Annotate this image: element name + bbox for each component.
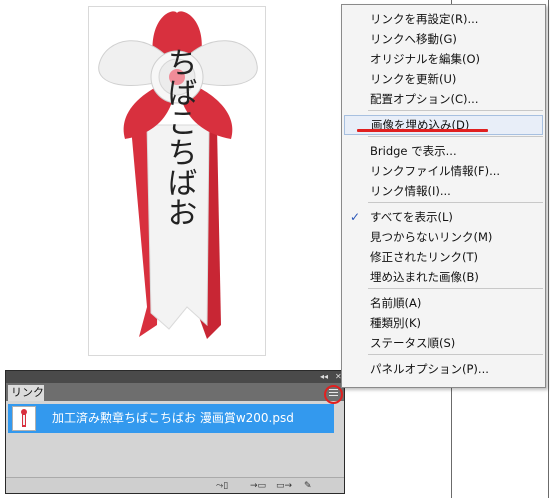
annotation-underline — [357, 129, 488, 132]
menu-item[interactable]: リンクを再設定(R)... — [342, 9, 545, 29]
goto-link-icon[interactable]: →▭ — [250, 480, 266, 492]
menu-item[interactable]: リンクファイル情報(F)... — [342, 161, 545, 181]
page-guide-line — [548, 0, 549, 498]
menu-item[interactable]: ステータス順(S) — [342, 333, 545, 353]
menu-item[interactable]: ✓ すべてを表示(L) — [342, 207, 545, 227]
menu-item[interactable]: 見つからないリンク(M) — [342, 227, 545, 247]
menu-item-label: すべてを表示(L) — [370, 210, 453, 224]
relink-icon[interactable]: ⤳▯ — [216, 480, 228, 492]
panel-title-bar[interactable]: ◂◂ ✕ — [6, 371, 344, 383]
update-link-icon[interactable]: ▭→ — [276, 480, 292, 492]
menu-item[interactable]: 修正されたリンク(T) — [342, 247, 545, 267]
checkmark-icon: ✓ — [350, 210, 361, 224]
link-row[interactable]: 加工済み勲章ちばこちばお 漫画賞w200.psd — [8, 404, 334, 433]
ribbon-thumbnail-icon — [21, 409, 27, 427]
ribbon-text: ちばこちばお — [162, 47, 197, 227]
links-list: 加工済み勲章ちばこちばお 漫画賞w200.psd — [6, 401, 344, 477]
menu-item[interactable]: リンクへ移動(G) — [342, 29, 545, 49]
menu-item-embed-image[interactable]: 画像を埋め込み(D) — [344, 115, 543, 135]
panel-tab-row: リンク — [6, 383, 344, 401]
link-file-name: 加工済み勲章ちばこちばお 漫画賞w200.psd — [52, 411, 294, 425]
menu-item[interactable]: オリジナルを編集(O) — [342, 49, 545, 69]
menu-separator — [368, 354, 543, 355]
menu-item[interactable]: リンクを更新(U) — [342, 69, 545, 89]
edit-original-icon[interactable]: ✎ — [304, 480, 312, 492]
links-panel: ◂◂ ✕ リンク 加工済み勲章ちばこちばお 漫画賞w200.psd ⤳▯ →▭ … — [5, 370, 345, 494]
menu-separator — [368, 202, 543, 203]
panel-footer: ⤳▯ →▭ ▭→ ✎ — [6, 477, 344, 493]
menu-item[interactable]: リンク情報(I)... — [342, 181, 545, 201]
collapse-panel-button[interactable]: ◂◂ — [320, 372, 328, 381]
tab-links[interactable]: リンク — [8, 385, 44, 401]
link-thumbnail — [12, 406, 36, 431]
menu-separator — [368, 110, 543, 111]
menu-item[interactable]: 種類別(K) — [342, 313, 545, 333]
placed-artwork[interactable]: ちばこちばお — [88, 6, 266, 356]
menu-separator — [368, 136, 543, 137]
links-panel-menu: リンクを再設定(R)... リンクへ移動(G) オリジナルを編集(O) リンクを更新(… — [341, 4, 546, 388]
menu-item[interactable]: 配置オプション(C)... — [342, 89, 545, 109]
ribbon-rosette-image: ちばこちばお — [98, 11, 258, 339]
menu-item[interactable]: 名前順(A) — [342, 293, 545, 313]
menu-item[interactable]: パネルオプション(P)... — [342, 359, 545, 379]
menu-separator — [368, 288, 543, 289]
menu-item[interactable]: Bridge で表示... — [342, 141, 545, 161]
menu-item[interactable]: 埋め込まれた画像(B) — [342, 267, 545, 287]
